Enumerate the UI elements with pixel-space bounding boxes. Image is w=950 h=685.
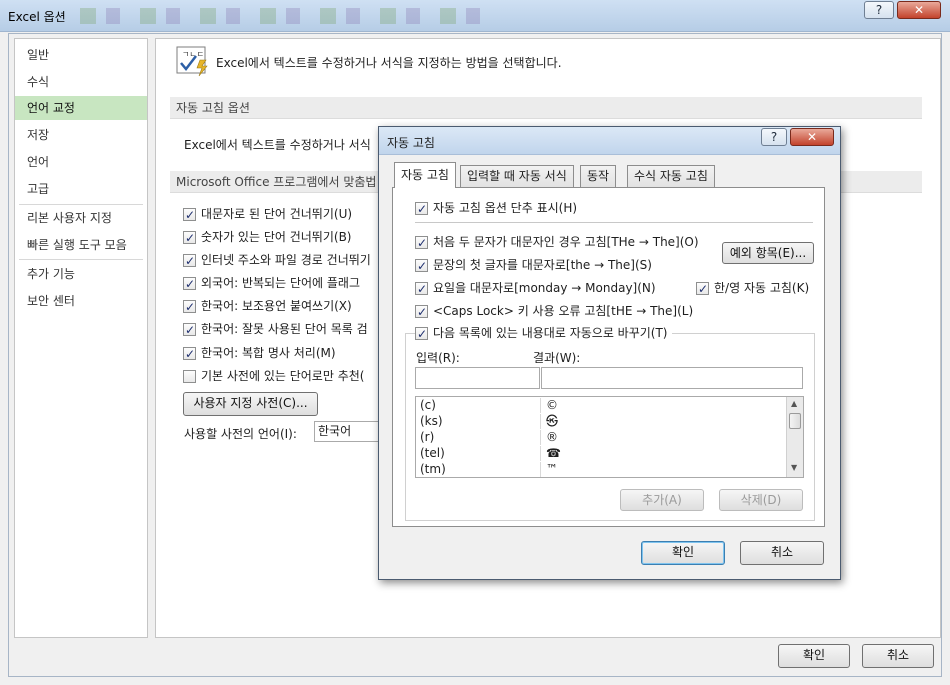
dialog-cancel-button[interactable]: 취소 [740,541,824,565]
list-item[interactable]: (r) ® [416,430,786,445]
checkbox-icon[interactable] [415,303,428,321]
tab-actions[interactable]: 동작 [580,165,617,187]
checkbox-icon[interactable] [415,280,428,298]
scroll-thumb[interactable] [789,413,801,429]
option-ignore-numbers[interactable]: 숫자가 있는 단어 건너뛰기(B) [183,228,351,247]
option-show-autocorrect-buttons[interactable]: 자동 고침 옵션 단추 표시(H) [415,199,577,218]
sidebar-item-customize-ribbon[interactable]: 리본 사용자 지정 [15,206,147,230]
tab-math-autocorrect[interactable]: 수식 자동 고침 [627,165,715,187]
checkbox-icon[interactable] [183,370,196,383]
close-button[interactable]: ✕ [897,1,941,19]
checkbox-icon[interactable] [183,345,196,363]
checkbox-icon[interactable] [183,206,196,224]
option-flag-repeated[interactable]: 외국어: 반복되는 단어에 플래그 [183,274,360,293]
option-two-initial-capitals[interactable]: 처음 두 문자가 대문자인 경우 고침[THe → The](O) [415,233,699,252]
option-main-dictionary-only[interactable]: 기본 사전에 있는 단어로만 추천( [183,367,364,385]
checkbox-icon[interactable] [696,280,709,298]
list-item[interactable]: (c) © [416,398,786,413]
replace-input-label: 입력(R): [416,351,460,365]
option-capitalize-sentences[interactable]: 문장의 첫 글자를 대문자로[the → The](S) [415,256,652,275]
option-replace-as-you-type[interactable]: 다음 목록에 있는 내용대로 자동으로 바꾸기(T) [415,324,672,343]
sidebar-item-save[interactable]: 저장 [15,123,147,147]
dialog-titlebar: 자동 고침 ? ✕ [379,127,840,155]
sidebar-item-trust-center[interactable]: 보안 센터 [15,289,147,313]
sidebar-item-addins[interactable]: 추가 기능 [15,262,147,286]
checkbox-icon[interactable] [183,229,196,247]
list-item[interactable]: (tel) ☎ [416,446,786,461]
autocorrect-dialog: 자동 고침 ? ✕ 자동 고침 입력할 때 자동 서식 동작 수식 자동 고침 … [378,126,841,580]
tab-autocorrect[interactable]: 자동 고침 [394,162,456,188]
option-ignore-internet[interactable]: 인터넷 주소와 파일 경로 건너뛰기 [183,251,371,270]
svg-text:ㄱㄴㄷ: ㄱㄴㄷ [182,50,204,59]
sidebar-divider [19,259,143,260]
checkbox-icon[interactable] [183,275,196,293]
help-button[interactable]: ? [864,1,894,19]
option-korean-misused-words[interactable]: 한국어: 잘못 사용된 단어 목록 검 [183,320,368,339]
add-button[interactable]: 추가(A) [620,489,704,511]
option-korean-aux-verbs[interactable]: 한국어: 보조용언 붙여쓰기(X) [183,297,352,316]
checkbox-icon[interactable] [183,252,196,270]
autocorrect-description: Excel에서 텍스트를 수정하거나 서식 [184,138,371,152]
checkbox-icon[interactable] [415,325,428,343]
ok-button[interactable]: 확인 [778,644,850,668]
dialog-title: 자동 고침 [387,136,435,150]
delete-button[interactable]: 삭제(D) [719,489,803,511]
checkbox-icon[interactable] [415,234,428,252]
custom-dictionaries-button[interactable]: 사용자 지정 사전(C)... [183,392,318,416]
dialog-ok-button[interactable]: 확인 [641,541,725,565]
dictionary-language-select[interactable]: 한국어 [314,421,384,442]
sidebar-item-proofing[interactable]: 언어 교정 [15,96,147,120]
sidebar-item-formulas[interactable]: 수식 [15,70,147,94]
dialog-help-button[interactable]: ? [761,128,787,146]
sidebar-divider [19,204,143,205]
scroll-down-icon[interactable]: ▼ [791,463,797,472]
sidebar-item-general[interactable]: 일반 [15,43,147,67]
replace-input-field[interactable] [415,367,540,389]
replace-result-field[interactable] [541,367,803,389]
dialog-close-button[interactable]: ✕ [790,128,834,146]
separator [415,222,813,223]
proofing-icon: ㄱㄴㄷ [176,46,210,78]
list-scrollbar[interactable]: ▲ ▼ [786,397,803,477]
exceptions-button[interactable]: 예외 항목(E)... [722,242,814,264]
tab-autoformat-as-you-type[interactable]: 입력할 때 자동 서식 [460,165,574,187]
window-titlebar: Excel 옵션 ? ✕ [0,0,950,32]
sidebar-item-language[interactable]: 언어 [15,150,147,174]
replace-result-label: 결과(W): [533,351,581,365]
sidebar-item-advanced[interactable]: 고급 [15,177,147,201]
scroll-up-icon[interactable]: ▲ [791,399,797,408]
option-caps-lock-correction[interactable]: <Caps Lock> 키 사용 오류 고침[tHE → The](L) [415,302,693,321]
option-korean-compound-nouns[interactable]: 한국어: 복합 명사 처리(M) [183,344,336,363]
autocorrect-tab-panel: 자동 고침 옵션 단추 표시(H) 처음 두 문자가 대문자인 경우 고침[TH… [392,187,825,527]
list-item[interactable]: (ks) ㉿ [416,414,786,429]
checkbox-icon[interactable] [415,200,428,218]
checkbox-icon[interactable] [415,257,428,275]
option-capitalize-days[interactable]: 요일을 대문자로[monday → Monday](N) [415,279,656,298]
window-title: Excel 옵션 [8,10,66,24]
replace-list[interactable]: (c) © (ks) ㉿ (r) ® (tel) ☎ (tm) ™ ▲ ▼ [415,396,804,478]
cancel-button[interactable]: 취소 [862,644,934,668]
sidebar: 일반 수식 언어 교정 저장 언어 고급 리본 사용자 지정 빠른 실행 도구 … [14,38,148,638]
page-header-text: Excel에서 텍스트를 수정하거나 서식을 지정하는 방법을 선택합니다. [216,56,562,70]
checkbox-icon[interactable] [183,321,196,339]
section-autocorrect-title: 자동 고침 옵션 [170,97,922,119]
option-korean-english-autocorrect[interactable]: 한/영 자동 고침(K) [696,279,809,298]
dictionary-language-label: 사용할 사전의 언어(I): [184,427,297,441]
option-ignore-uppercase[interactable]: 대문자로 된 단어 건너뛰기(U) [183,205,352,224]
list-item[interactable]: (tm) ™ [416,462,786,477]
sidebar-item-quick-access[interactable]: 빠른 실행 도구 모음 [15,233,147,257]
quick-access-toolbar [80,8,500,24]
checkbox-icon[interactable] [183,298,196,316]
